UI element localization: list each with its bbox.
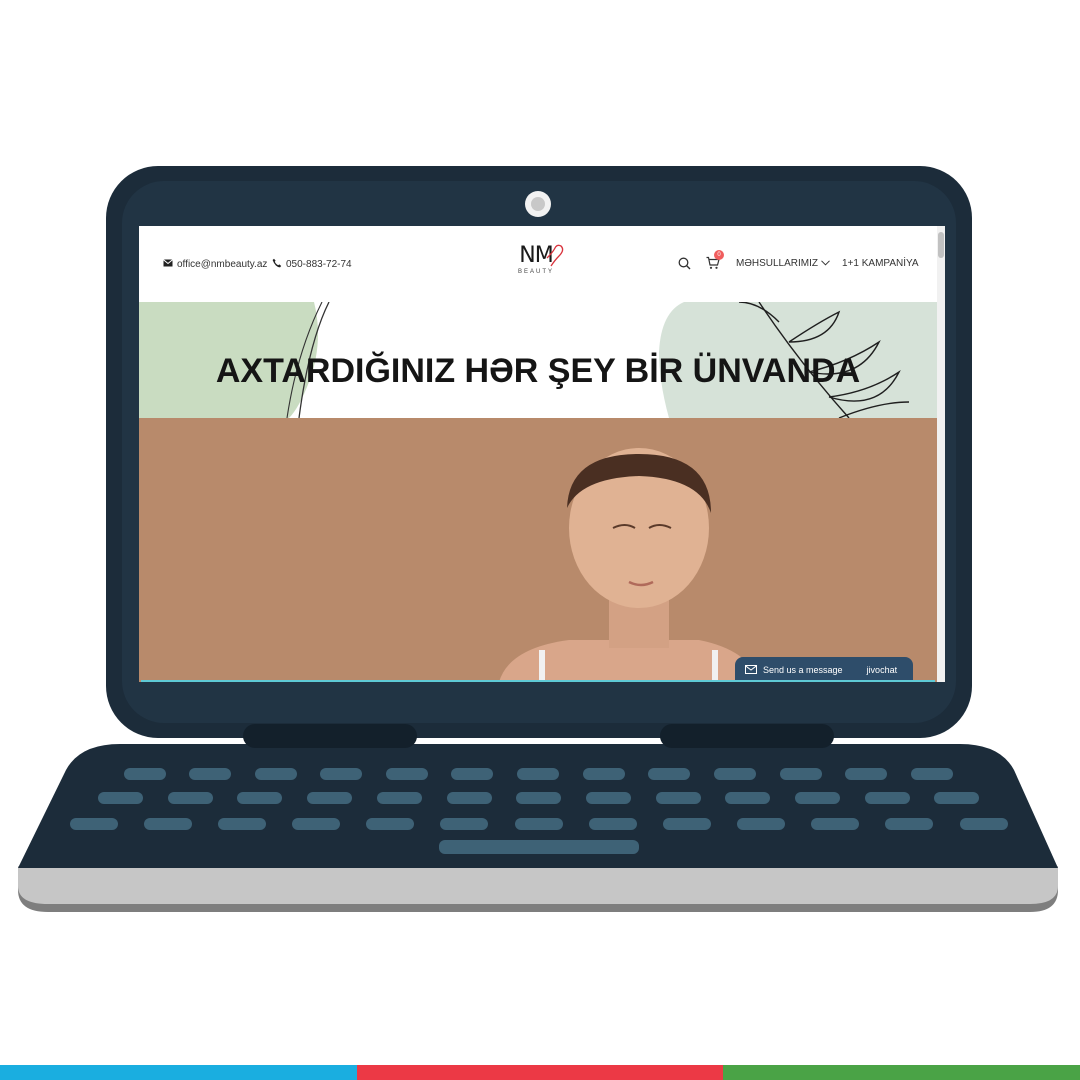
hero-photo	[139, 418, 937, 682]
keyboard-key	[516, 792, 561, 804]
keyboard-key	[589, 818, 637, 830]
hero-banner: AXTARDIĞINIZ HƏR ŞEY BİR ÜNVANDA	[139, 302, 937, 418]
keyboard-key	[168, 792, 213, 804]
keyboard-key	[447, 792, 492, 804]
keyboard-key	[960, 818, 1008, 830]
hero-title: AXTARDIĞINIZ HƏR ŞEY BİR ÜNVANDA	[215, 352, 861, 390]
keyboard-key	[218, 818, 266, 830]
site-logo[interactable]: NM BEAUTY	[505, 244, 567, 288]
keyboard-key	[795, 792, 840, 804]
nav-products[interactable]: MƏHSULLARIMIZ	[736, 258, 830, 269]
hinge-left	[243, 724, 417, 748]
chat-icon	[745, 664, 757, 676]
screen-bottom-line	[141, 680, 935, 682]
keyboard-key	[811, 818, 859, 830]
keyboard-key	[656, 792, 701, 804]
header-phone[interactable]: 050-883-72-74	[272, 258, 352, 271]
nav-campaign-label: 1+1 KAMPANİYA	[842, 258, 919, 269]
scrollbar-thumb[interactable]	[938, 232, 944, 258]
nav-campaign[interactable]: 1+1 KAMPANİYA	[842, 258, 919, 269]
keyboard-key	[583, 768, 625, 780]
header-email[interactable]: office@nmbeauty.az	[163, 258, 267, 271]
chat-widget[interactable]: Send us a message jivochat	[735, 657, 913, 682]
keyboard-key	[292, 818, 340, 830]
keyboard-key	[307, 792, 352, 804]
phone-text: 050-883-72-74	[286, 259, 352, 270]
cart-count-badge: 0	[714, 250, 724, 260]
keyboard-key	[517, 768, 559, 780]
keyboard-key	[865, 792, 910, 804]
keyboard-key	[934, 792, 979, 804]
logo-heart-icon	[546, 244, 564, 267]
keyboard-key	[451, 768, 493, 780]
keyboard-key	[98, 792, 143, 804]
nav-products-label: MƏHSULLARIMIZ	[736, 258, 818, 269]
keyboard-key	[320, 768, 362, 780]
keyboard-key	[515, 818, 563, 830]
keyboard-key	[144, 818, 192, 830]
keyboard-key	[885, 818, 933, 830]
envelope-icon	[163, 258, 173, 271]
keyboard-key	[377, 792, 422, 804]
keyboard-key	[737, 818, 785, 830]
page-scrollbar[interactable]	[937, 226, 945, 682]
keyboard-spacebar	[439, 840, 639, 854]
keyboard-key	[586, 792, 631, 804]
woman-portrait	[139, 418, 937, 682]
keyboard-key	[70, 818, 118, 830]
keyboard-key	[845, 768, 887, 780]
stripe-blue	[0, 1065, 357, 1080]
keyboard-key	[255, 768, 297, 780]
keyboard-key	[725, 792, 770, 804]
keyboard-key	[440, 818, 488, 830]
stripe-green	[723, 1065, 1080, 1080]
keyboard-key	[237, 792, 282, 804]
email-text: office@nmbeauty.az	[177, 259, 268, 270]
keyboard-key	[124, 768, 166, 780]
chat-label: Send us a message	[763, 665, 843, 675]
search-icon[interactable]	[678, 257, 691, 275]
laptop-screen: office@nmbeauty.az 050-883-72-74 NM BEAU…	[139, 226, 945, 682]
keyboard-key	[714, 768, 756, 780]
site-header: office@nmbeauty.az 050-883-72-74 NM BEAU…	[139, 226, 937, 302]
webcam-lens	[531, 197, 545, 211]
chevron-down-icon	[821, 258, 830, 269]
keyboard-key	[648, 768, 690, 780]
stripe-red	[357, 1065, 723, 1080]
keyboard-key	[189, 768, 231, 780]
keyboard-key	[780, 768, 822, 780]
chat-brand: jivochat	[866, 665, 898, 675]
phone-icon	[272, 258, 282, 271]
keyboard-key	[366, 818, 414, 830]
hinge-right	[660, 724, 834, 748]
keyboard-key	[663, 818, 711, 830]
keyboard-key	[911, 768, 953, 780]
keyboard-key	[386, 768, 428, 780]
